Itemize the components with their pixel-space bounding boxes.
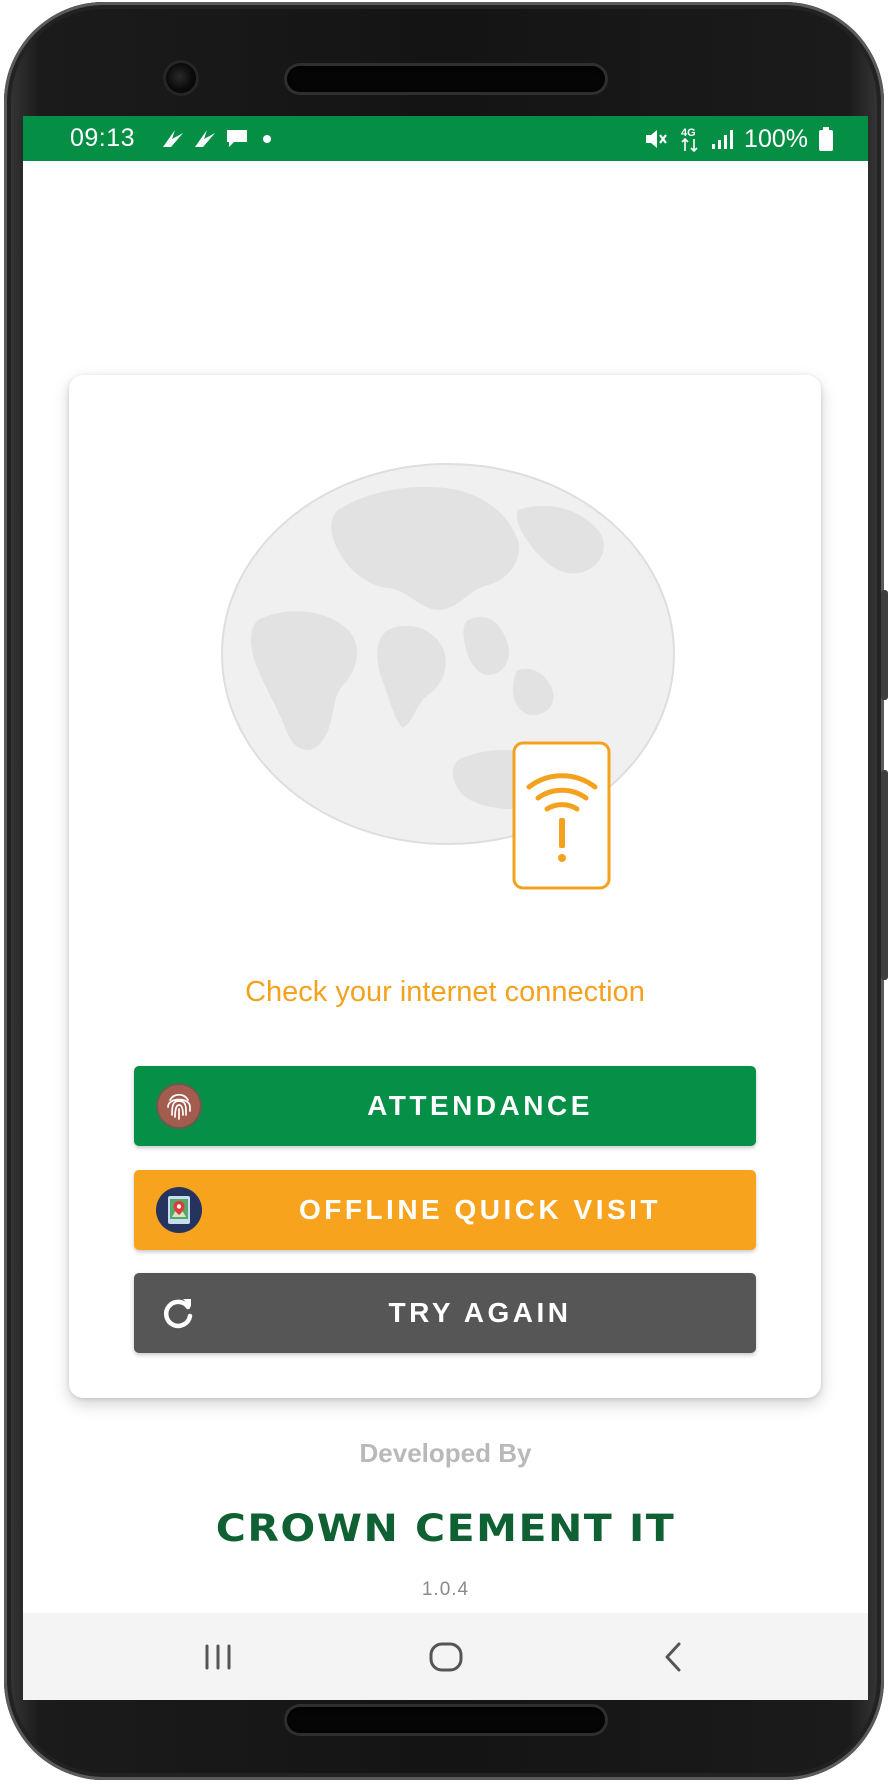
developed-by-label: Developed By bbox=[359, 1438, 532, 1468]
network-4g-label: 4G bbox=[681, 127, 696, 139]
globe-wifi-warning-icon bbox=[221, 463, 675, 890]
try-again-button[interactable]: TRY AGAIN bbox=[134, 1273, 756, 1353]
swoosh-icon bbox=[195, 130, 215, 147]
offline-quick-visit-button[interactable]: OFFLINE QUICK VISIT bbox=[134, 1170, 756, 1250]
connection-message: Check your internet connection bbox=[245, 976, 645, 1008]
offline-quick-visit-button-label: OFFLINE QUICK VISIT bbox=[298, 1194, 662, 1225]
battery-percentage: 100% bbox=[744, 124, 808, 153]
no-connection-card: Check your internet connection ATTENDANC… bbox=[69, 375, 821, 1398]
attendance-button-label: ATTENDANCE bbox=[367, 1090, 593, 1121]
power-button bbox=[881, 770, 888, 980]
front-camera bbox=[166, 63, 196, 93]
battery-icon bbox=[819, 127, 833, 151]
app-screen: 09:13 4G 100% Check your internet connec… bbox=[23, 116, 868, 1700]
try-again-button-label: TRY AGAIN bbox=[388, 1297, 572, 1328]
navigation-bar bbox=[23, 1613, 868, 1700]
network-4g-icon: 4G bbox=[681, 127, 698, 153]
volume-button bbox=[881, 590, 888, 700]
bottom-speaker bbox=[287, 1707, 605, 1733]
fingerprint-icon bbox=[156, 1083, 202, 1129]
notification-icons bbox=[161, 126, 277, 150]
mute-vibrate-icon bbox=[646, 130, 667, 148]
app-version: 1.0.4 bbox=[421, 1579, 470, 1600]
earpiece-speaker bbox=[287, 66, 605, 92]
status-bar: 09:13 4G 100% bbox=[23, 116, 868, 161]
signal-icon bbox=[712, 130, 734, 149]
attendance-button[interactable]: ATTENDANCE bbox=[134, 1066, 756, 1146]
recent-apps-icon[interactable] bbox=[188, 1629, 248, 1685]
dot-icon bbox=[263, 135, 271, 143]
map-location-icon bbox=[156, 1187, 202, 1233]
swoosh-icon bbox=[163, 130, 183, 147]
back-icon[interactable] bbox=[643, 1629, 703, 1685]
company-name: CROWN CEMENT IT bbox=[215, 1505, 676, 1551]
home-icon[interactable] bbox=[416, 1629, 476, 1685]
chat-icon bbox=[227, 130, 247, 147]
status-icons: 4G 100% bbox=[644, 124, 834, 154]
refresh-icon bbox=[163, 1299, 193, 1329]
status-time: 09:13 bbox=[70, 124, 136, 152]
